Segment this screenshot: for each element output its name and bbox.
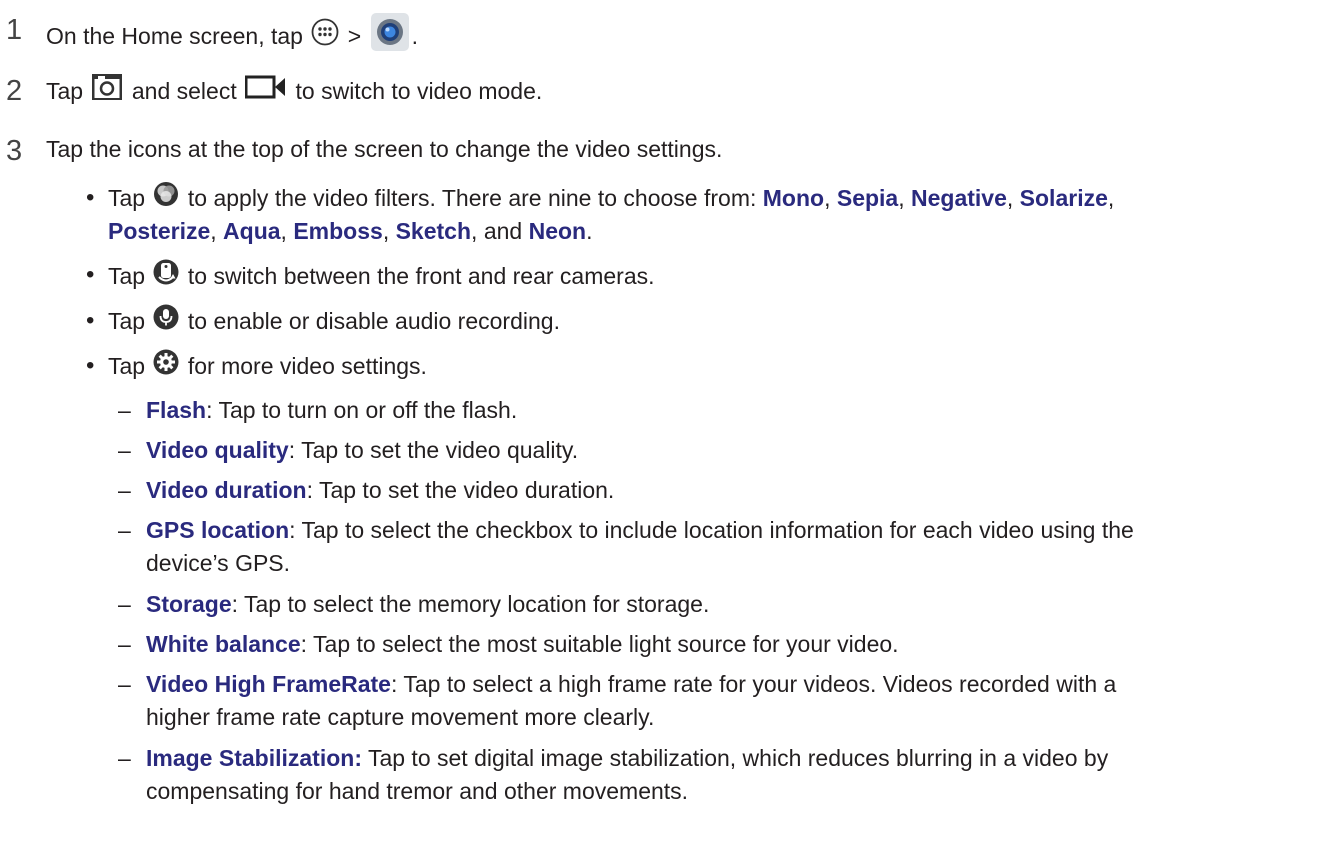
setting-desc: : Tap to turn on or off the flash. bbox=[206, 397, 518, 423]
filter-emboss: Emboss bbox=[293, 218, 383, 244]
bullet-settings: • bbox=[86, 352, 95, 379]
step-2-before: Tap bbox=[46, 78, 84, 105]
filter-mono: Mono bbox=[762, 185, 825, 212]
bullet-filters-text-2: Posterize, Aqua, Emboss, Sketch, and Neo… bbox=[108, 217, 592, 247]
setting-label: White balance bbox=[146, 631, 301, 657]
sep: , bbox=[1107, 185, 1115, 212]
setting-desc: : Tap to set the video quality. bbox=[288, 437, 579, 463]
setting-label: Video High FrameRate bbox=[146, 671, 391, 697]
setting-desc: : Tap to select the most suitable light … bbox=[300, 631, 899, 657]
dash-flash: – bbox=[118, 397, 131, 423]
setting-desc: Tap to set digital image stabilization, … bbox=[361, 745, 1109, 771]
setting-label: Storage bbox=[146, 591, 232, 617]
camera-mode-icon bbox=[91, 73, 123, 109]
dash-video-quality: – bbox=[118, 437, 131, 463]
bullet-filters-desc: to apply the video filters. There are ni… bbox=[187, 185, 757, 212]
microphone-icon bbox=[153, 304, 179, 338]
sep: , bbox=[471, 218, 478, 244]
filter-sepia: Sepia bbox=[836, 185, 899, 212]
step-number-2: 2 bbox=[6, 75, 23, 107]
sep: , bbox=[210, 218, 217, 244]
bullet-audio: • bbox=[86, 307, 95, 334]
step-2-text: Tap and select to switch to video mode. bbox=[46, 73, 543, 111]
sep: , bbox=[898, 185, 905, 212]
bullet-filters: • bbox=[86, 184, 95, 211]
filter-neon: Neon bbox=[528, 218, 587, 244]
setting-label: GPS location bbox=[146, 517, 290, 543]
camera-app-icon bbox=[370, 12, 410, 60]
setting-image-stabilization: Image Stabilization: Tap to set digital … bbox=[146, 744, 1108, 774]
bullet-audio-desc: to enable or disable audio recording. bbox=[187, 308, 560, 335]
setting-desc: : Tap to select the memory location for … bbox=[231, 591, 710, 617]
setting-storage: Storage: Tap to select the memory locati… bbox=[146, 590, 709, 620]
setting-label: Video duration bbox=[146, 477, 307, 503]
setting-desc: : Tap to select a high frame rate for yo… bbox=[390, 671, 1117, 697]
bullet-filters-text: Tap to apply the video filters. There ar… bbox=[108, 181, 1115, 217]
bullet-filters-tap: Tap bbox=[108, 185, 146, 212]
step-number-3: 3 bbox=[6, 135, 23, 167]
filter-aqua: Aqua bbox=[223, 218, 281, 244]
dash-image-stabilization: – bbox=[118, 745, 131, 771]
step-1-text: On the Home screen, tap > . bbox=[46, 12, 418, 62]
bullet-settings-text: Tap for more video settings. bbox=[108, 349, 427, 385]
bullet-settings-desc: for more video settings. bbox=[187, 353, 427, 380]
step-1-before: On the Home screen, tap bbox=[46, 23, 303, 50]
bullet-audio-text: Tap to enable or disable audio recording… bbox=[108, 304, 560, 340]
filter-sketch: Sketch bbox=[395, 218, 472, 244]
setting-desc: : Tap to set the video duration. bbox=[306, 477, 615, 503]
setting-flash: Flash: Tap to turn on or off the flash. bbox=[146, 396, 517, 426]
bullet-settings-tap: Tap bbox=[108, 353, 146, 380]
setting-white-balance: White balance: Tap to select the most su… bbox=[146, 630, 899, 660]
dash-video-duration: – bbox=[118, 477, 131, 503]
filter-posterize: Posterize bbox=[108, 218, 211, 244]
sep: , bbox=[824, 185, 831, 212]
step-2-middle: and select bbox=[131, 78, 237, 105]
step-2-after: to switch to video mode. bbox=[295, 78, 543, 105]
filter-solarize: Solarize bbox=[1019, 185, 1108, 212]
setting-image-stabilization-line2: compensating for hand tremor and other m… bbox=[146, 778, 689, 804]
app-drawer-icon bbox=[311, 18, 339, 54]
video-mode-icon bbox=[244, 75, 287, 107]
switch-camera-icon bbox=[153, 258, 179, 294]
setting-high-framerate: Video High FrameRate: Tap to select a hi… bbox=[146, 670, 1116, 700]
bullet-switch-tap: Tap bbox=[108, 263, 146, 290]
step-3-text: Tap the icons at the top of the screen t… bbox=[46, 136, 723, 162]
setting-high-framerate-line2: higher frame rate capture movement more … bbox=[146, 704, 655, 730]
sep: , bbox=[382, 218, 390, 244]
setting-video-duration: Video duration: Tap to set the video dur… bbox=[146, 476, 614, 506]
and-word: and bbox=[483, 218, 523, 244]
filter-icon bbox=[153, 181, 179, 215]
setting-label: Video quality bbox=[146, 437, 289, 463]
step-1-after: . bbox=[411, 23, 418, 50]
dash-gps-location: – bbox=[118, 517, 131, 543]
setting-gps-location-line2: device’s GPS. bbox=[146, 550, 291, 576]
sep: , bbox=[280, 218, 287, 244]
bullet-switch-desc: to switch between the front and rear cam… bbox=[187, 263, 655, 290]
dash-white-balance: – bbox=[118, 631, 131, 657]
setting-label: Image Stabilization: bbox=[146, 745, 362, 771]
gear-icon bbox=[153, 349, 179, 383]
setting-label: Flash bbox=[146, 397, 207, 423]
bullet-switch-camera-text: Tap to switch between the front and rear… bbox=[108, 258, 655, 296]
setting-video-quality: Video quality: Tap to set the video qual… bbox=[146, 436, 578, 466]
filter-negative: Negative bbox=[911, 185, 1007, 212]
setting-gps-location: GPS location: Tap to select the checkbox… bbox=[146, 516, 1134, 546]
bullet-audio-tap: Tap bbox=[108, 308, 146, 335]
period: . bbox=[586, 218, 593, 244]
setting-desc: : Tap to select the checkbox to include … bbox=[289, 517, 1134, 543]
step-1-between: > bbox=[347, 23, 362, 50]
bullet-switch-camera: • bbox=[86, 261, 95, 288]
dash-high-framerate: – bbox=[118, 671, 131, 697]
step-number-1: 1 bbox=[6, 14, 23, 46]
dash-storage: – bbox=[118, 591, 131, 617]
sep: , bbox=[1006, 185, 1014, 212]
